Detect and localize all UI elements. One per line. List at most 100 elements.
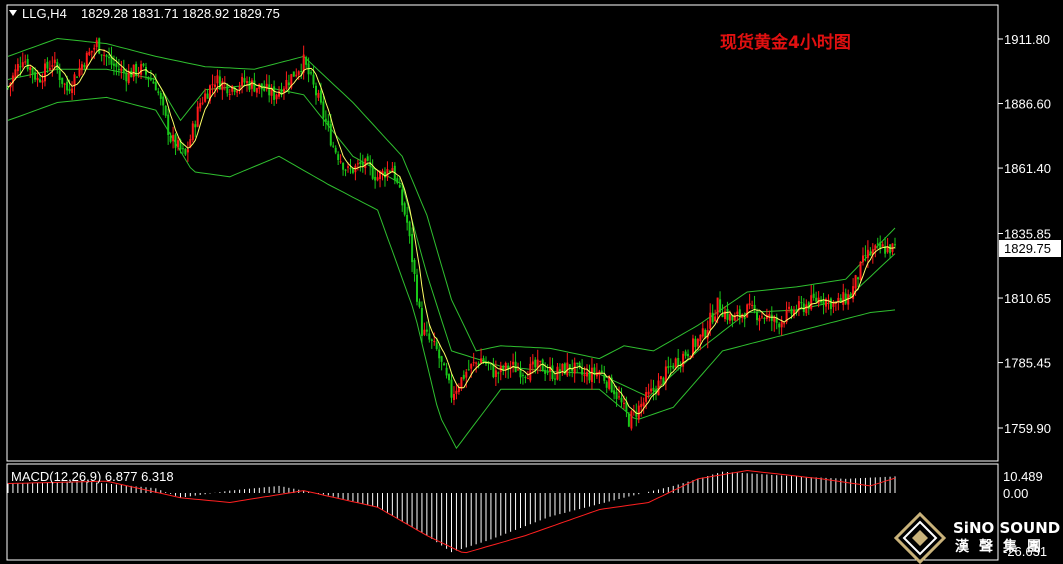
- candle: [315, 82, 317, 105]
- candle: [354, 163, 357, 181]
- candle: [194, 120, 197, 138]
- candle: [63, 82, 66, 95]
- candle: [26, 54, 29, 72]
- candle: [218, 70, 221, 91]
- candle: [324, 110, 327, 130]
- candle: [758, 315, 761, 331]
- candle: [280, 82, 283, 98]
- candle: [285, 71, 288, 91]
- candle: [793, 306, 795, 319]
- candle: [630, 410, 633, 431]
- candle: [664, 360, 667, 391]
- candle: [874, 244, 877, 258]
- candle: [797, 295, 800, 317]
- candle: [684, 349, 687, 359]
- candle: [327, 113, 330, 132]
- candle: [233, 86, 236, 96]
- candle: [191, 120, 194, 143]
- ohlc-values: 1829.28 1831.71 1828.92 1829.75: [81, 6, 280, 21]
- dropdown-arrow-icon[interactable]: [9, 10, 17, 16]
- candle: [807, 301, 810, 315]
- candle: [411, 227, 414, 273]
- candle: [531, 354, 534, 374]
- candle: [154, 73, 157, 91]
- candle: [778, 322, 781, 335]
- candle: [162, 92, 165, 116]
- candle: [361, 154, 364, 173]
- candle: [440, 355, 443, 371]
- candle: [822, 292, 825, 315]
- candle: [746, 303, 749, 318]
- candle: [258, 83, 261, 94]
- candle: [108, 47, 110, 66]
- candle: [894, 237, 896, 249]
- candle: [51, 56, 54, 77]
- candle: [117, 59, 120, 76]
- candle: [24, 54, 27, 65]
- candle: [780, 315, 783, 336]
- candle: [514, 351, 517, 373]
- candle: [305, 55, 308, 69]
- candle: [667, 356, 670, 374]
- candle: [174, 133, 177, 155]
- candle: [105, 54, 108, 66]
- candle: [76, 76, 78, 78]
- candle: [800, 296, 803, 309]
- candle: [640, 396, 643, 417]
- candle: [423, 322, 426, 337]
- candle: [127, 64, 130, 85]
- candle: [862, 247, 864, 266]
- candle: [147, 76, 150, 88]
- price-tick-label: 1911.80: [1004, 32, 1050, 47]
- candle: [413, 258, 416, 282]
- candle: [783, 322, 786, 328]
- candle: [554, 373, 556, 385]
- candle: [509, 360, 512, 378]
- candle: [738, 305, 741, 325]
- candle: [98, 37, 101, 55]
- candle: [637, 400, 640, 424]
- candle: [408, 220, 411, 244]
- candle: [371, 159, 374, 181]
- bollinger-middle-line: [7, 68, 896, 398]
- price-tick-label: 1810.65: [1004, 291, 1051, 306]
- candle: [157, 87, 160, 96]
- candle: [529, 356, 532, 383]
- candle: [802, 298, 805, 316]
- current-price: 1829.75: [1004, 241, 1051, 256]
- candle: [869, 247, 872, 256]
- candle: [832, 300, 835, 314]
- candle: [238, 81, 241, 95]
- sinosound-logo: SiNO SOUND 漢聲集團: [893, 511, 1060, 564]
- candle: [430, 338, 433, 349]
- candle: [142, 62, 145, 68]
- candle: [339, 154, 342, 164]
- candle: [332, 141, 335, 148]
- candle: [386, 161, 389, 181]
- candle: [100, 54, 103, 62]
- candle: [650, 379, 653, 394]
- candle: [682, 351, 685, 373]
- candle: [453, 386, 455, 406]
- candle: [31, 67, 34, 84]
- candle: [21, 52, 24, 69]
- candle: [167, 108, 170, 145]
- candle: [627, 412, 630, 428]
- candle: [519, 361, 522, 384]
- candle: [827, 294, 830, 310]
- candle: [48, 60, 51, 72]
- candle: [618, 386, 620, 400]
- candle: [302, 45, 305, 80]
- candle: [857, 276, 859, 288]
- candle: [403, 201, 406, 217]
- candle: [317, 89, 320, 101]
- candle: [751, 300, 754, 310]
- candle: [418, 298, 421, 309]
- candle: [172, 126, 175, 149]
- candle: [788, 302, 791, 313]
- candle: [588, 364, 591, 384]
- candle: [590, 358, 593, 390]
- candle: [610, 374, 613, 393]
- candle: [829, 297, 832, 316]
- candle: [236, 89, 239, 97]
